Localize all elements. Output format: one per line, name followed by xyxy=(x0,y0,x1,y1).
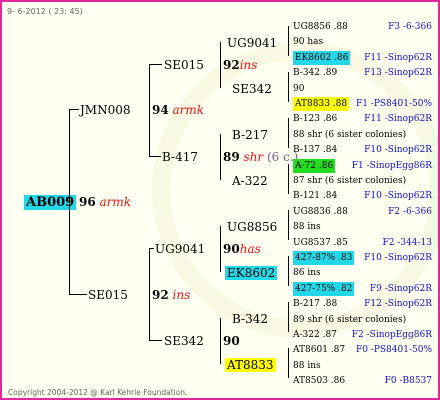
g3-name-5: UG8856 xyxy=(227,220,278,234)
g4-right-22: F0 -PS8401-50% xyxy=(355,345,432,356)
sire-score: 94 armk xyxy=(152,103,205,117)
dam-score: 92 ins xyxy=(152,288,191,302)
g4-right-18: F9 -Sinop62R xyxy=(369,283,432,294)
g3-name-3: B-217 xyxy=(232,128,268,142)
g4-right-15: F2 -344-13 xyxy=(382,237,432,248)
g2-score-3: 90has xyxy=(223,242,261,256)
g2-name-4: SE342 xyxy=(164,334,204,348)
g4-left-21: A-322 .87 xyxy=(293,330,337,340)
g4-right-3: F11 -Sinop62R xyxy=(364,52,432,63)
g4-left-19: B-217 .88 xyxy=(293,299,338,310)
date-label: 9- 6-2012 ( 23: 45) xyxy=(7,7,83,16)
g3-name-1: UG9041 xyxy=(227,36,278,50)
g4-left-24: AT8503 .86 xyxy=(293,376,346,387)
g4-right-7: F11 -Sinop62R xyxy=(364,114,432,125)
g4-left-3: EK8602 .86 xyxy=(293,50,351,65)
g4-right-13: F2 -6-366 xyxy=(388,206,432,217)
g2-name-2: B-417 xyxy=(162,150,198,164)
g2-name-1: SE015 xyxy=(164,58,204,72)
g4-left-2: 90 has xyxy=(293,37,324,48)
g4-left-17: 86 ins xyxy=(293,268,321,279)
g4-right-4: F13 -Sinop62R xyxy=(364,68,432,79)
g4-left-12: B-121 .84 xyxy=(293,191,338,202)
g4-left-9: B-137 .84 xyxy=(293,145,338,156)
g4-right-21: F2 -SinopEgg86R xyxy=(351,330,432,340)
g4-right-9: F10 -Sinop62R xyxy=(364,145,432,156)
g4-right-1: F3 -6-366 xyxy=(388,22,432,32)
g4-right-12: F10 -Sinop62R xyxy=(364,191,432,202)
dam-name: SE015 xyxy=(88,288,128,302)
g4-right-24: F0 -B8537 xyxy=(384,376,432,387)
g4-right-19: F12 -Sinop62R xyxy=(364,299,432,310)
g2-score-2: 89 shr (6 c.) xyxy=(223,150,299,164)
g4-right-10: F1 -SinopEgg86R xyxy=(351,160,432,171)
g4-left-10: A-72 .86 xyxy=(293,158,336,173)
g3-name-6: EK8602 xyxy=(225,266,278,280)
copyright: Copyright 2004-2012 @ Karl Kehrle Founda… xyxy=(8,388,188,397)
g4-left-23: 88 ins xyxy=(293,360,321,371)
g4-left-11: 87 shr (6 sister colonies) xyxy=(293,176,407,186)
g4-right-6: F1 -PS8401-50% xyxy=(355,99,432,109)
g4-left-18: 427-75% .82 xyxy=(293,281,355,296)
g4-left-15: UG8537 .85 xyxy=(293,237,348,248)
pedigree-frame: 9- 6-2012 ( 23: 45) AB009 96 armk JMN008… xyxy=(0,0,440,400)
root-score: 96 armk xyxy=(79,195,132,209)
g3-name-8: AT8833 xyxy=(225,358,276,372)
g2-name-3: UG9041 xyxy=(155,242,206,256)
g3-name-7: B-342 xyxy=(232,312,268,326)
g4-left-4: B-342 .89 xyxy=(293,68,338,79)
g4-left-5: 90 xyxy=(293,83,305,94)
g4-left-13: UG8836 .88 xyxy=(293,206,348,217)
g4-left-7: B-123 .86 xyxy=(293,114,338,125)
g4-left-20: 89 shr (6 sister colonies) xyxy=(293,314,407,325)
g4-left-1: UG8856 .88 xyxy=(293,22,348,32)
sire-name: JMN008 xyxy=(80,103,131,117)
g2-score-1: 92ins xyxy=(223,58,258,72)
g4-left-22: AT8601 .87 xyxy=(293,345,346,356)
g3-name-4: A-322 xyxy=(232,174,268,188)
g4-left-6: AT8833 .88 xyxy=(293,97,350,111)
g4-left-14: 88 ins xyxy=(293,222,321,233)
g3-name-2: SE342 xyxy=(232,82,272,96)
g4-right-16: F10 -Sinop62R xyxy=(364,253,432,263)
g4-left-16: 427-87% .83 xyxy=(293,251,355,265)
g4-left-8: 88 shr (6 sister colonies) xyxy=(293,129,407,140)
g2-score-4: 90 xyxy=(223,334,240,348)
